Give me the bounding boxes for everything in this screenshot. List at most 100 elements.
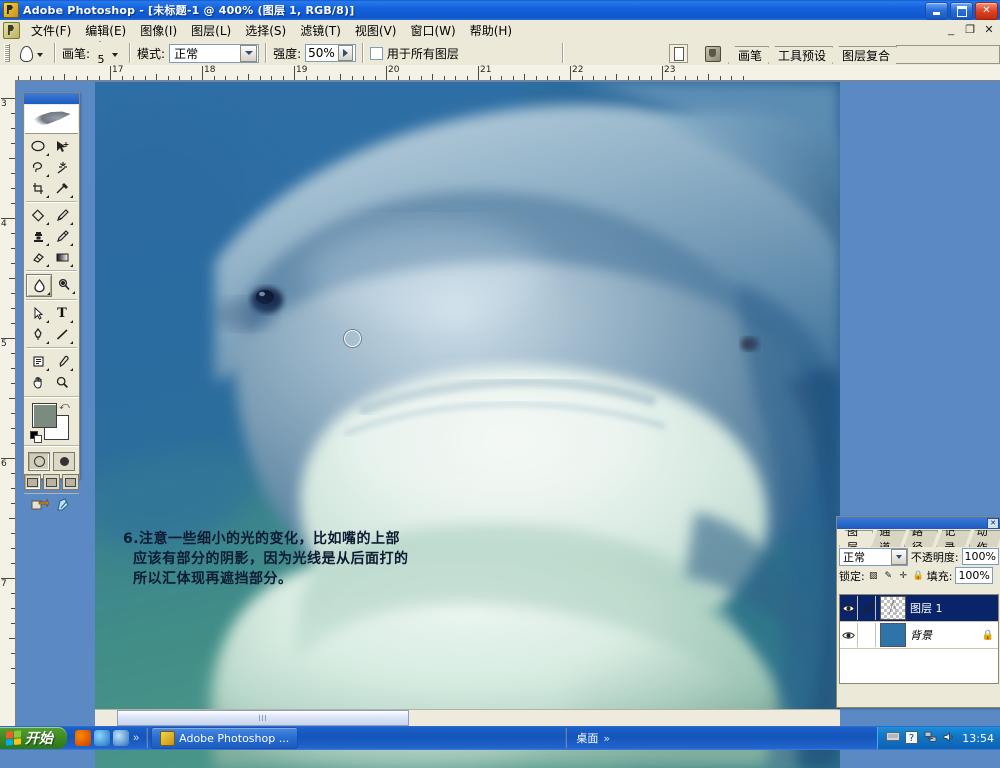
all-layers-checkbox[interactable] bbox=[369, 46, 383, 60]
quick-mask-mode-button[interactable] bbox=[53, 452, 75, 471]
menu-view[interactable]: 视图(V) bbox=[348, 20, 404, 41]
tab-channels[interactable]: 通道 bbox=[871, 530, 905, 547]
mdi-minimize-button[interactable]: _ bbox=[943, 23, 959, 37]
lock-transparency-icon[interactable]: ▨ bbox=[868, 570, 879, 581]
horizontal-scrollbar-thumb[interactable] bbox=[117, 710, 409, 726]
table-row[interactable]: 背景 🔒 bbox=[840, 622, 998, 649]
crop-tool[interactable] bbox=[26, 178, 50, 199]
type-tool[interactable]: T bbox=[50, 303, 74, 324]
move-tool[interactable] bbox=[50, 136, 74, 157]
vertical-ruler[interactable]: 3 4 5 6 7 bbox=[0, 80, 16, 726]
image-canvas[interactable]: 6.注意一些细小的光的变化，比如嘴的上部 应该有部分的阴影，因为光线是从后面打的… bbox=[95, 82, 840, 768]
chevron-down-icon[interactable] bbox=[240, 44, 258, 62]
notes-tool[interactable] bbox=[26, 351, 50, 372]
quick-launch-overflow-icon[interactable]: » bbox=[133, 732, 139, 744]
internet-explorer-icon[interactable] bbox=[94, 730, 110, 746]
start-button[interactable]: 开始 bbox=[0, 727, 67, 749]
tab-paths[interactable]: 路径 bbox=[904, 530, 938, 547]
menu-file[interactable]: 文件(F) bbox=[24, 20, 78, 41]
menu-select[interactable]: 选择(S) bbox=[238, 20, 293, 41]
lock-all-icon[interactable]: 🔒 bbox=[913, 570, 924, 581]
magic-wand-tool[interactable] bbox=[50, 157, 74, 178]
full-screen-with-menubar-button[interactable] bbox=[43, 474, 60, 490]
menu-help[interactable]: 帮助(H) bbox=[463, 20, 519, 41]
dodge-tool[interactable] bbox=[52, 274, 76, 295]
desktop-toolbar-label[interactable]: 桌面 bbox=[576, 730, 598, 746]
brush-preset-button[interactable] bbox=[702, 44, 723, 63]
menu-image[interactable]: 图像(I) bbox=[133, 20, 184, 41]
menu-window[interactable]: 窗口(W) bbox=[403, 20, 462, 41]
mode-select[interactable]: 正常 bbox=[169, 43, 260, 63]
table-row[interactable]: 图层 1 bbox=[840, 595, 998, 622]
horizontal-ruler[interactable]: 17 18 19 20 21 22 23 bbox=[15, 65, 1000, 81]
layer-thumbnail[interactable] bbox=[880, 596, 906, 620]
tab-actions[interactable]: 动作 bbox=[969, 530, 1000, 547]
mdi-close-button[interactable]: ✕ bbox=[981, 23, 997, 37]
imageready-icon[interactable] bbox=[54, 497, 74, 513]
eyedropper-tool[interactable] bbox=[50, 351, 74, 372]
minimize-button[interactable] bbox=[925, 2, 948, 20]
jump-to-imageready-icon[interactable] bbox=[30, 497, 50, 513]
menu-edit[interactable]: 编辑(E) bbox=[78, 20, 133, 41]
opacity-input[interactable]: 100% bbox=[961, 548, 999, 565]
list-item[interactable]: 图层 1 bbox=[910, 600, 943, 616]
keyboard-icon[interactable] bbox=[886, 731, 901, 745]
layer-list[interactable]: 图层 1 背景 🔒 bbox=[839, 594, 999, 684]
foreground-color-swatch[interactable] bbox=[32, 403, 57, 428]
outlook-express-icon[interactable] bbox=[113, 730, 129, 746]
clone-stamp-tool[interactable] bbox=[26, 226, 50, 247]
strength-stepper-icon[interactable] bbox=[337, 45, 353, 61]
slice-tool[interactable] bbox=[50, 178, 74, 199]
chevron-down-icon[interactable] bbox=[890, 548, 907, 565]
layer-thumbnail[interactable] bbox=[880, 623, 906, 647]
lock-position-icon[interactable]: ✛ bbox=[898, 570, 909, 581]
restore-button[interactable] bbox=[950, 2, 973, 20]
layer-brush-slot[interactable] bbox=[858, 623, 876, 647]
brush-picker-chevron-down-icon[interactable] bbox=[112, 53, 119, 57]
close-button[interactable]: ✕ bbox=[975, 2, 998, 20]
fill-input[interactable]: 100% bbox=[955, 567, 993, 584]
tool-preset-chevron-down-icon[interactable] bbox=[37, 53, 43, 57]
taskbar-button-photoshop[interactable]: Adobe Photoshop ... bbox=[151, 727, 299, 749]
menu-filter[interactable]: 滤镜(T) bbox=[293, 20, 348, 41]
blend-mode-select[interactable]: 正常 bbox=[839, 547, 908, 566]
mdi-restore-button[interactable]: ❐ bbox=[962, 23, 978, 37]
blur-tool[interactable] bbox=[26, 274, 52, 297]
volume-icon[interactable] bbox=[943, 731, 957, 745]
full-screen-mode-button[interactable] bbox=[62, 474, 79, 490]
toolbox-title-bar[interactable] bbox=[24, 93, 79, 104]
lasso-tool[interactable] bbox=[26, 157, 50, 178]
options-bar-grip[interactable] bbox=[4, 44, 10, 62]
network-icon[interactable] bbox=[924, 731, 938, 745]
swap-colors-icon[interactable]: ⤺ bbox=[59, 401, 70, 412]
hand-tool[interactable] bbox=[26, 372, 50, 393]
horizontal-scrollbar[interactable] bbox=[95, 709, 840, 726]
palette-well-empty-area[interactable] bbox=[896, 45, 1000, 64]
media-player-icon[interactable] bbox=[75, 730, 91, 746]
eraser-tool[interactable] bbox=[26, 247, 50, 268]
standard-mode-button[interactable] bbox=[28, 452, 50, 471]
list-item[interactable]: 背景 bbox=[910, 627, 932, 643]
palette-close-icon[interactable]: ✕ bbox=[987, 517, 999, 529]
lock-pixels-icon[interactable]: ✎ bbox=[883, 570, 894, 581]
zoom-tool[interactable] bbox=[50, 372, 74, 393]
file-browser-button[interactable] bbox=[668, 43, 688, 63]
path-selection-tool[interactable] bbox=[26, 303, 50, 324]
healing-brush-tool[interactable] bbox=[26, 205, 50, 226]
strength-input[interactable]: 50% bbox=[305, 44, 356, 62]
standard-screen-mode-button[interactable] bbox=[24, 474, 41, 490]
gradient-tool[interactable] bbox=[50, 247, 74, 268]
palette-tab-layer-comps[interactable]: 图层复合 bbox=[832, 46, 897, 64]
layers-palette-title-bar[interactable]: ✕ bbox=[837, 517, 1000, 529]
line-tool[interactable] bbox=[50, 324, 74, 345]
taskbar-clock[interactable]: 13:54 bbox=[962, 732, 994, 745]
pen-tool[interactable] bbox=[26, 324, 50, 345]
palette-tab-tool-presets[interactable]: 工具预设 bbox=[768, 46, 833, 64]
layer-visibility-eye-icon[interactable] bbox=[840, 596, 858, 620]
paintbrush-tool[interactable] bbox=[50, 205, 74, 226]
tab-history[interactable]: 记录 bbox=[936, 530, 970, 547]
default-colors-icon[interactable] bbox=[30, 431, 42, 443]
ruler-corner[interactable] bbox=[0, 65, 16, 81]
menu-layer[interactable]: 图层(L) bbox=[184, 20, 238, 41]
history-brush-tool[interactable] bbox=[50, 226, 74, 247]
